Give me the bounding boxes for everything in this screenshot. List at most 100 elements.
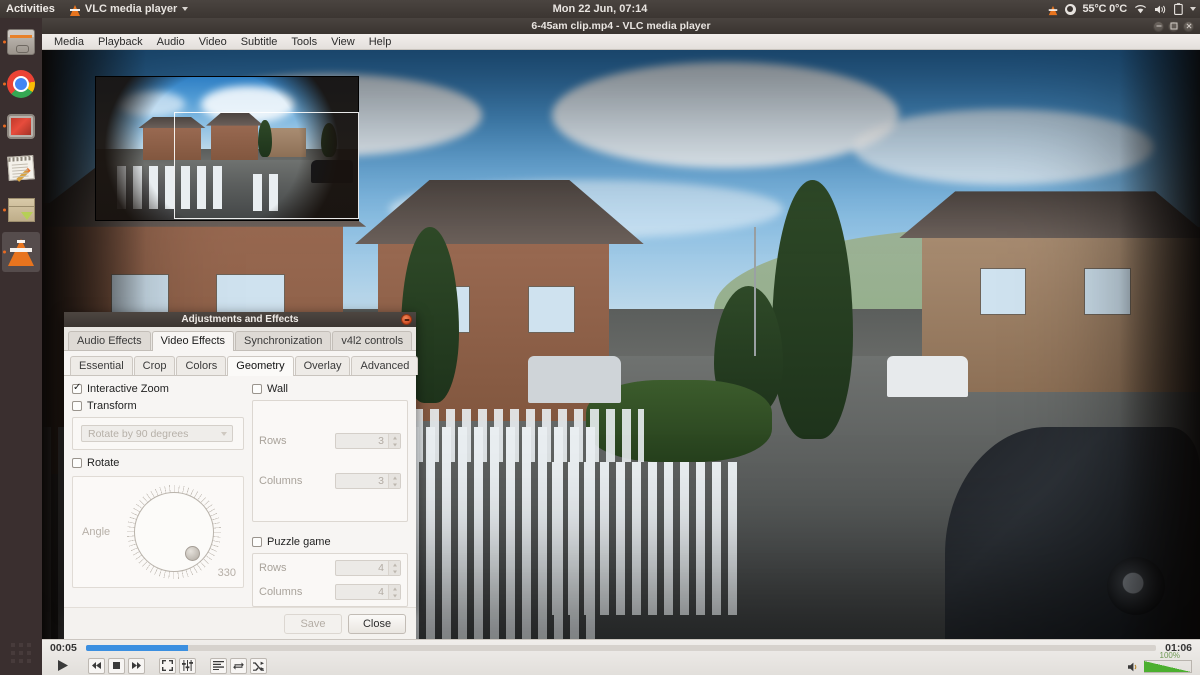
minimize-button[interactable] [1153, 20, 1164, 32]
menu-view[interactable]: View [325, 35, 361, 49]
spinner-buttons[interactable] [388, 585, 400, 599]
subtab-advanced[interactable]: Advanced [351, 356, 419, 375]
menu-media[interactable]: Media [48, 35, 90, 49]
wall-checkbox[interactable]: Wall [252, 383, 408, 395]
activities-button[interactable]: Activities [0, 3, 64, 15]
wall-columns-label: Columns [259, 475, 303, 487]
chevron-down-icon [221, 431, 227, 436]
wifi-icon[interactable] [1134, 4, 1147, 15]
extended-settings-button[interactable] [179, 657, 196, 674]
tray-vlc-cone-icon[interactable] [1048, 5, 1057, 15]
seek-slider[interactable] [86, 644, 1156, 651]
seek-progress-fill [86, 644, 188, 651]
maximize-button[interactable] [1168, 20, 1179, 32]
menu-video[interactable]: Video [193, 35, 233, 49]
volume-icon[interactable] [1154, 4, 1167, 15]
dial-face [134, 492, 214, 572]
spinner-buttons[interactable] [388, 561, 400, 575]
wall-columns-spinbox[interactable]: 3 [335, 473, 401, 489]
close-button[interactable] [1183, 20, 1194, 32]
checkbox-box-icon [252, 384, 262, 394]
angle-dial[interactable]: 330 [125, 483, 236, 581]
save-button[interactable]: Save [284, 613, 342, 634]
transform-checkbox[interactable]: Transform [72, 400, 244, 412]
interactive-zoom-checkbox[interactable]: Interactive Zoom [72, 382, 244, 395]
player-controls-bar: 00:05 01:06 100% [42, 639, 1200, 675]
transform-mode-select[interactable]: Rotate by 90 degrees [81, 425, 233, 442]
puzzle-rows-spinbox[interactable]: 4 [335, 560, 401, 576]
vlc-icon [8, 238, 34, 266]
volume-percent: 100% [1159, 651, 1180, 660]
dialog-close-icon[interactable] [401, 314, 412, 325]
system-tray: 55°C 0°C [1048, 0, 1196, 18]
spinner-buttons[interactable] [388, 434, 400, 448]
puzzle-game-checkbox[interactable]: Puzzle game [252, 536, 408, 548]
transform-group: Rotate by 90 degrees [72, 417, 244, 450]
battery-icon[interactable] [1174, 3, 1183, 15]
adjustments-and-effects-dialog: Adjustments and Effects Audio Effects Vi… [64, 312, 419, 639]
subtab-essential[interactable]: Essential [70, 356, 133, 375]
software-center-icon [7, 198, 35, 222]
rotate-checkbox[interactable]: Rotate [72, 457, 244, 469]
tab-video-effects[interactable]: Video Effects [151, 331, 235, 351]
subtab-geometry[interactable]: Geometry [227, 356, 294, 376]
menu-audio[interactable]: Audio [151, 35, 191, 49]
launcher-item-software-center[interactable] [2, 190, 40, 230]
puzzle-game-label: Puzzle game [267, 536, 331, 548]
subtab-overlay[interactable]: Overlay [294, 356, 351, 375]
playlist-button[interactable] [210, 657, 227, 674]
app-menu-vlc[interactable]: VLC media player [64, 3, 194, 16]
thermometer-icon[interactable] [1064, 3, 1076, 15]
tab-synchronization[interactable]: Synchronization [235, 331, 332, 350]
fullscreen-button[interactable] [159, 657, 176, 674]
previous-button[interactable] [88, 657, 105, 674]
interactive-zoom-thumbnail[interactable] [95, 76, 359, 221]
menu-tools[interactable]: Tools [285, 35, 323, 49]
close-button[interactable]: Close [348, 613, 406, 634]
menu-playback[interactable]: Playback [92, 35, 149, 49]
puzzle-columns-row: Columns 4 [259, 584, 401, 600]
geometry-panel: Interactive Zoom Transform Rotate by 90 … [64, 376, 416, 607]
menu-subtitle[interactable]: Subtitle [235, 35, 284, 49]
wall-rows-label: Rows [259, 435, 287, 447]
menu-help[interactable]: Help [363, 35, 398, 49]
launcher-item-files[interactable] [2, 22, 40, 62]
launcher-item-text-editor[interactable] [2, 148, 40, 188]
stop-button[interactable] [108, 657, 125, 674]
running-pip-icon [3, 208, 6, 212]
shuffle-button[interactable] [250, 657, 267, 674]
wall-group: Rows 3 Columns 3 [252, 400, 408, 522]
seek-row: 00:05 01:06 [42, 640, 1200, 655]
launcher-item-vlc[interactable] [2, 232, 40, 272]
picket-fence-gate [551, 462, 737, 616]
play-button[interactable] [50, 657, 74, 675]
subtab-colors[interactable]: Colors [176, 356, 227, 375]
dialog-titlebar[interactable]: Adjustments and Effects [64, 312, 416, 327]
street-lamp [754, 226, 757, 357]
next-button[interactable] [128, 657, 145, 674]
transform-label: Transform [87, 400, 137, 412]
files-icon [7, 29, 35, 55]
volume-control[interactable]: 100% [1127, 651, 1192, 673]
launcher-item-video-editor[interactable] [2, 106, 40, 146]
launcher-item-chrome[interactable] [2, 64, 40, 104]
tray-chevron-down-icon[interactable] [1190, 7, 1196, 11]
vlc-titlebar[interactable]: 6-45am clip.mp4 - VLC media player [42, 18, 1200, 34]
volume-icon[interactable] [1127, 661, 1140, 673]
volume-level-fill [1144, 660, 1192, 673]
lens-shadow-right [1118, 50, 1200, 639]
subtab-crop[interactable]: Crop [133, 356, 176, 375]
dial-knob[interactable] [185, 546, 200, 561]
puzzle-columns-label: Columns [259, 586, 303, 598]
loop-button[interactable] [230, 657, 247, 674]
volume-slider[interactable]: 100% [1144, 651, 1192, 673]
puzzle-columns-spinbox[interactable]: 4 [335, 584, 401, 600]
wall-rows-spinbox[interactable]: 3 [335, 433, 401, 449]
puzzle-rows-value: 4 [378, 562, 384, 574]
tab-audio-effects[interactable]: Audio Effects [68, 331, 151, 350]
spinner-buttons[interactable] [388, 474, 400, 488]
tab-v4l2-controls[interactable]: v4l2 controls [332, 331, 413, 350]
window-pane [528, 285, 575, 333]
puzzle-rows-label: Rows [259, 562, 287, 574]
text-editor-icon [7, 155, 35, 182]
